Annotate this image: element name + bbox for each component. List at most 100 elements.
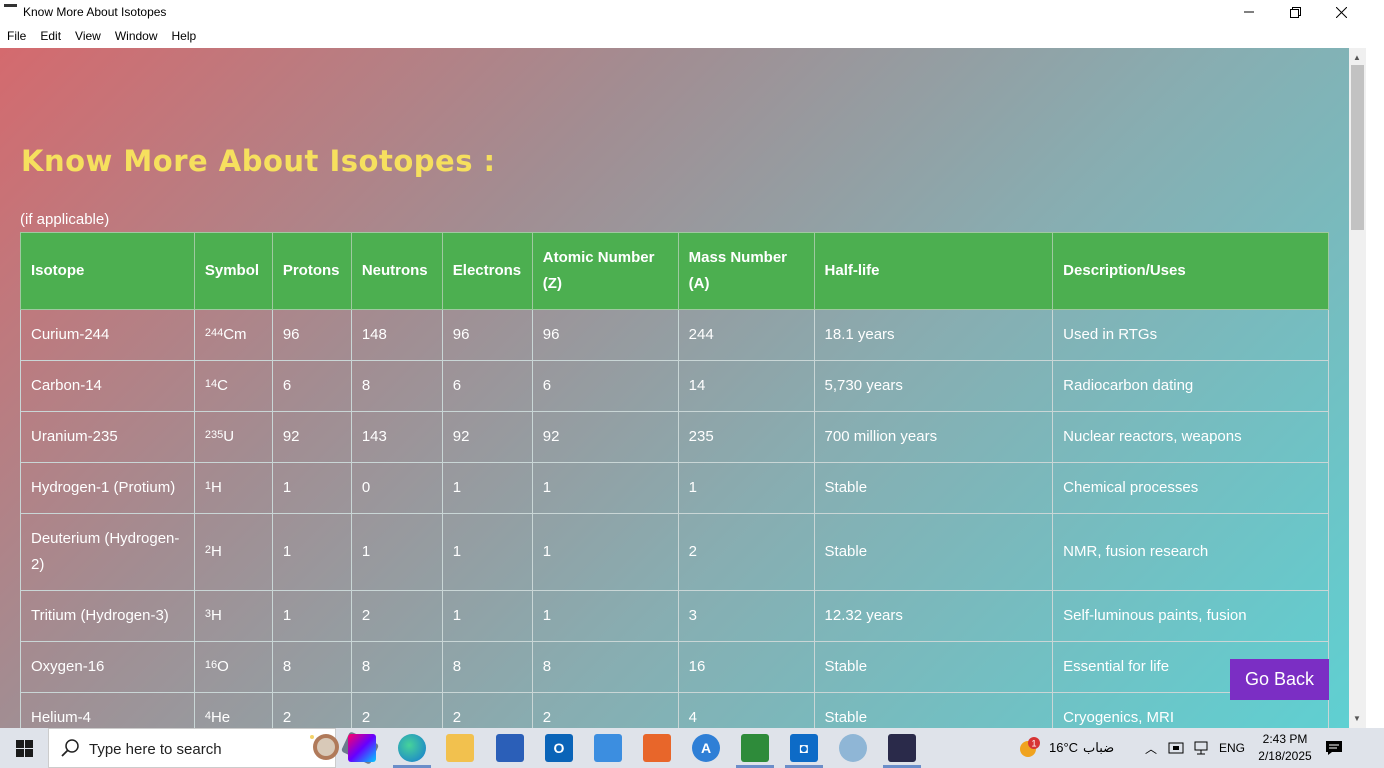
cell-mass-number: 4 — [677, 692, 815, 728]
scroll-up-icon[interactable]: ▲ — [1353, 53, 1361, 62]
symbol-element: H — [210, 479, 222, 496]
taskbar-search[interactable]: Type here to search — [48, 728, 379, 768]
table-row: Hydrogen-1 (Protium) 1H 1 0 1 1 1 Stable Chemica… — [20, 462, 1329, 514]
windows-logo-icon — [15, 739, 33, 757]
network-icon[interactable] — [1193, 740, 1209, 756]
cell-symbol: 244Cm — [193, 309, 273, 361]
cell-neutrons: 8 — [350, 641, 443, 693]
cell-atomic-number: 1 — [531, 590, 679, 642]
search-placeholder: Type here to search — [89, 741, 222, 758]
cell-description: Chemical processes — [1052, 462, 1329, 514]
cell-electrons: 1 — [441, 590, 533, 642]
cell-mass-number: 16 — [677, 641, 815, 693]
header-isotope: Isotope — [20, 232, 195, 310]
cell-half-life: 700 million years — [813, 411, 1054, 463]
minimize-button[interactable] — [1226, 0, 1272, 24]
symbol-element: H — [210, 607, 222, 624]
cell-atomic-number: 6 — [531, 360, 679, 412]
table-row: Uranium-235 235U 92 143 92 92 235 700 million y… — [20, 411, 1329, 463]
store-icon[interactable] — [496, 734, 524, 762]
menu-view[interactable]: View — [68, 24, 108, 48]
cell-half-life: 12.32 years — [813, 590, 1054, 642]
cell-neutrons: 0 — [350, 462, 443, 514]
cell-symbol: 14C — [193, 360, 273, 412]
close-icon — [1335, 6, 1347, 18]
cell-atomic-number: 1 — [531, 462, 679, 514]
cell-half-life: 18.1 years — [813, 309, 1054, 361]
cell-isotope: Deuterium (Hydrogen-2) — [20, 513, 195, 591]
python-app-icon[interactable]: ◘ — [790, 734, 818, 762]
cell-atomic-number: 96 — [531, 309, 679, 361]
table-header-row: Isotope Symbol Protons Neutrons Electron… — [20, 232, 1329, 310]
close-button[interactable] — [1318, 0, 1364, 24]
menu-edit[interactable]: Edit — [33, 24, 68, 48]
cell-symbol: 3H — [193, 590, 273, 642]
weather-icon[interactable]: 1 — [1018, 737, 1040, 759]
table-row: Curium-244 244Cm 96 148 96 96 244 18.1 years Use… — [20, 309, 1329, 361]
clock[interactable]: 2:43 PM 2/18/2025 — [1255, 731, 1315, 765]
symbol-mass-number: 4 — [204, 710, 211, 722]
cell-isotope: Oxygen-16 — [20, 641, 195, 693]
isotope-table: Isotope Symbol Protons Neutrons Electron… — [20, 232, 1329, 728]
cell-neutrons: 2 — [350, 590, 443, 642]
file-explorer-icon[interactable] — [446, 734, 474, 762]
scroll-down-icon[interactable]: ▼ — [1353, 714, 1361, 723]
cell-electrons: 92 — [441, 411, 533, 463]
cell-electrons: 1 — [441, 513, 533, 591]
menu-file[interactable]: File — [0, 24, 33, 48]
window-title: Know More About Isotopes — [23, 5, 167, 19]
title-bar: Know More About Isotopes — [0, 0, 1384, 24]
cell-electrons: 2 — [441, 692, 533, 728]
cell-protons: 92 — [271, 411, 352, 463]
cell-isotope: Tritium (Hydrogen-3) — [20, 590, 195, 642]
note-text: (if applicable) — [20, 211, 110, 228]
copilot-icon[interactable] — [348, 734, 376, 762]
cell-atomic-number: 1 — [531, 513, 679, 591]
cell-symbol: 16O — [193, 641, 273, 693]
menu-help[interactable]: Help — [165, 24, 204, 48]
this-pc-icon[interactable] — [594, 734, 622, 762]
cell-isotope: Helium-4 — [20, 692, 195, 728]
matlab-icon[interactable] — [643, 734, 671, 762]
chart-app-icon[interactable] — [741, 734, 769, 762]
meet-now-icon[interactable] — [1168, 740, 1184, 756]
table-row: Deuterium (Hydrogen-2) 2H 1 1 1 1 2 Stable NMR, … — [20, 513, 1329, 591]
symbol-mass-number: 2 — [204, 544, 211, 556]
outlook-icon[interactable]: O — [545, 734, 573, 762]
symbol-mass-number: 244 — [204, 327, 224, 339]
chevron-up-icon[interactable]: ︿ — [1145, 740, 1157, 757]
table-row: Oxygen-16 16O 8 8 8 8 16 Stable Essential for li… — [20, 641, 1329, 693]
weather-temperature[interactable]: 16°C — [1049, 740, 1078, 755]
cell-protons: 1 — [271, 513, 352, 591]
symbol-mass-number: 235 — [204, 429, 224, 441]
notification-icon[interactable] — [1325, 740, 1343, 756]
cell-neutrons: 1 — [350, 513, 443, 591]
language-indicator[interactable]: ENG — [1219, 741, 1245, 755]
go-back-button[interactable]: Go Back — [1230, 659, 1329, 700]
page-content: Know More About Isotopes : (if applicabl… — [0, 48, 1349, 728]
menu-bar: File Edit View Window Help — [0, 24, 1384, 48]
cell-electrons: 1 — [441, 462, 533, 514]
weather-condition[interactable]: ضباب — [1083, 740, 1114, 756]
vertical-scrollbar[interactable]: ▲ ▼ — [1349, 48, 1366, 728]
isotope-app-icon[interactable] — [888, 734, 916, 762]
header-symbol: Symbol — [193, 232, 273, 310]
table-row: Tritium (Hydrogen-3) 3H 1 2 1 1 3 12.32 years Se… — [20, 590, 1329, 642]
cell-half-life: Stable — [813, 692, 1054, 728]
cell-electrons: 96 — [441, 309, 533, 361]
symbol-mass-number: 3 — [204, 608, 211, 620]
restore-button[interactable] — [1272, 0, 1318, 24]
cell-symbol: 1H — [193, 462, 273, 514]
cell-description: Used in RTGs — [1052, 309, 1329, 361]
scrollbar-thumb[interactable] — [1351, 65, 1364, 230]
menu-window[interactable]: Window — [108, 24, 165, 48]
app-a-icon[interactable]: A — [692, 734, 720, 762]
edge-browser-icon[interactable] — [398, 734, 426, 762]
cell-description: NMR, fusion research — [1052, 513, 1329, 591]
cell-protons: 6 — [271, 360, 352, 412]
start-button[interactable] — [0, 728, 48, 768]
cell-symbol: 2H — [193, 513, 273, 591]
cell-half-life: Stable — [813, 513, 1054, 591]
paint-icon[interactable] — [839, 734, 867, 762]
minimize-icon — [1244, 11, 1254, 13]
